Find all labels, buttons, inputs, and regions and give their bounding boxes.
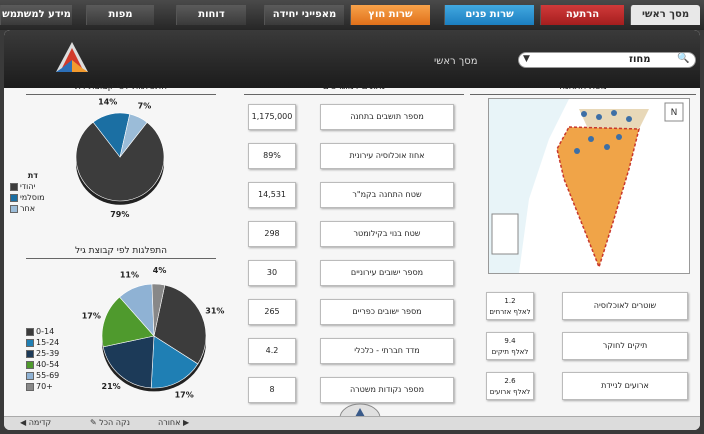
stat-unit: לאלף אזרחים — [489, 308, 531, 316]
stat-button[interactable]: ארועים לניידת — [562, 372, 688, 400]
pie-data-label: 11% — [120, 271, 139, 280]
police-logo-icon — [56, 42, 88, 72]
search-icon[interactable]: 🔍 — [677, 53, 689, 64]
legend-label: 55-69 — [36, 371, 60, 380]
header-bar: מסך ראשי ▼ מחוז 🔍 — [4, 30, 700, 88]
demographic-value: 89% — [248, 143, 296, 169]
tab-home[interactable]: מסך ראשי — [630, 5, 700, 25]
demographics-section-title: נתונים דמוגרפים — [244, 82, 464, 95]
pie-data-label: 21% — [102, 382, 121, 391]
legend-label: 25-39 — [36, 349, 60, 358]
tab-reports[interactable]: דוחות — [176, 5, 246, 25]
station-map-section-title: מפת התחנה — [470, 82, 696, 95]
stat-button[interactable]: שוטרים לאוכלוסיה — [562, 292, 688, 320]
forward-button[interactable]: ◀ קדימה — [20, 418, 51, 427]
demographic-value: 30 — [248, 260, 296, 286]
legend-label: 0-14 — [36, 327, 55, 336]
demographic-button[interactable]: מדד חברתי - כלכלי — [320, 338, 454, 364]
pie-data-label: 7% — [138, 102, 152, 111]
pie-data-label: 17% — [82, 311, 101, 320]
stat-number: 2.6 — [504, 377, 516, 385]
legend-label: יהודי — [20, 182, 36, 191]
pie-data-label: 4% — [153, 266, 167, 275]
demographic-button[interactable]: מספר תושבים בתחנה — [320, 104, 454, 130]
legend-label: מוסלמי — [20, 193, 45, 202]
district-selector-value: מחוז — [629, 54, 651, 65]
legend-label: אחר — [20, 204, 36, 213]
pie-data-label: 79% — [110, 210, 129, 219]
legend-label: 70+ — [36, 382, 53, 391]
religion-legend: דת יהודי מוסלמי אחר — [10, 170, 45, 214]
forward-label: קדימה — [28, 418, 52, 427]
station-map[interactable]: N — [488, 98, 690, 274]
main-panel: מסך ראשי ▼ מחוז 🔍 התפלגות לפי קבוצת דת נ… — [4, 30, 700, 430]
clear-all-label: נקה הכל — [99, 418, 130, 427]
tab-unit-properties[interactable]: מאפייני יחידה — [264, 5, 344, 25]
top-tab-bar: מידע למשתמש מפות דוחות מאפייני יחידה שרו… — [0, 0, 704, 30]
demographic-value: 1,175,000 — [248, 104, 296, 130]
chevron-down-icon[interactable]: ▼ — [523, 54, 530, 64]
legend-swatch — [26, 338, 34, 347]
stat-unit: לאלף תיקים — [491, 348, 529, 356]
stat-value: 1.2 לאלף אזרחים — [486, 292, 534, 320]
age-legend: 0-14 15-24 25-39 40-54 55-69 70+ — [26, 326, 59, 392]
legend-item: 70+ — [26, 381, 59, 392]
legend-swatch — [26, 371, 34, 380]
clear-all-button[interactable]: ✎ נקה הכל — [90, 418, 130, 427]
religion-legend-items: יהודי מוסלמי אחר — [10, 181, 45, 214]
religion-pie-chart: 79% 14% 7% — [75, 97, 165, 219]
stat-number: 1.2 — [504, 297, 516, 305]
demographic-button[interactable]: שטח בנוי בקילומטר — [320, 221, 454, 247]
breadcrumb-home: מסך ראשי — [434, 56, 478, 67]
district-selector[interactable]: ▼ מחוז 🔍 — [518, 52, 696, 68]
stat-value: 2.6 לאלף ארועים — [486, 372, 534, 400]
demographic-button[interactable]: מספר ישובים כפריים — [320, 299, 454, 325]
legend-swatch — [10, 204, 18, 213]
pie-data-label: 31% — [205, 306, 224, 315]
demographic-button[interactable]: שטח התחנה בקמ"ר — [320, 182, 454, 208]
legend-item: 0-14 — [26, 326, 59, 337]
legend-label: 40-54 — [36, 360, 60, 369]
demographic-value: 298 — [248, 221, 296, 247]
pie-data-label: 14% — [98, 97, 117, 106]
demographic-button[interactable]: אחוז אוכלוסיה עירונית — [320, 143, 454, 169]
demographic-value: 265 — [248, 299, 296, 325]
demographic-button[interactable]: מספר נקודות משטרה — [320, 377, 454, 403]
legend-swatch — [10, 193, 18, 202]
stat-unit: לאלף ארועים — [489, 388, 531, 396]
legend-label: 15-24 — [36, 338, 60, 347]
tab-internal-service[interactable]: שרות פנים — [444, 5, 534, 25]
legend-item: 40-54 — [26, 359, 59, 370]
svg-text:N: N — [671, 108, 678, 118]
back-button[interactable]: אחורה ▶ — [158, 418, 189, 427]
pie-data-label: 17% — [175, 391, 194, 400]
religion-legend-title: דת — [27, 171, 38, 180]
legend-swatch — [26, 349, 34, 358]
legend-item: 25-39 — [26, 348, 59, 359]
demographic-value: 14,531 — [248, 182, 296, 208]
tab-maps[interactable]: מפות — [86, 5, 154, 25]
back-label: אחורה — [158, 418, 181, 427]
legend-swatch — [10, 182, 18, 191]
tab-user-info[interactable]: מידע למשתמש — [0, 5, 72, 25]
demographic-value: 8 — [248, 377, 296, 403]
legend-item: 55-69 — [26, 370, 59, 381]
stat-button[interactable]: תיקים לחוקר — [562, 332, 688, 360]
legend-item: מוסלמי — [10, 192, 45, 203]
stat-number: 9.4 — [504, 337, 516, 345]
demographic-value: 4.2 — [248, 338, 296, 364]
legend-swatch — [26, 360, 34, 369]
footer-bar: ◀ קדימה ✎ נקה הכל אחורה ▶ — [4, 416, 700, 430]
legend-item: אחר — [10, 203, 45, 214]
tab-deterrence[interactable]: הרתעה — [540, 5, 624, 25]
legend-item: 15-24 — [26, 337, 59, 348]
demographic-button[interactable]: מספר ישובים עירוניים — [320, 260, 454, 286]
legend-swatch — [26, 382, 34, 391]
legend-item: יהודי — [10, 181, 45, 192]
tab-external-service[interactable]: שרות חוץ — [350, 5, 430, 25]
age-legend-items: 0-14 15-24 25-39 40-54 55-69 70+ — [26, 326, 59, 392]
stat-value: 9.4 לאלף תיקים — [486, 332, 534, 360]
legend-swatch — [26, 327, 34, 336]
map-graphic: N — [489, 99, 689, 273]
